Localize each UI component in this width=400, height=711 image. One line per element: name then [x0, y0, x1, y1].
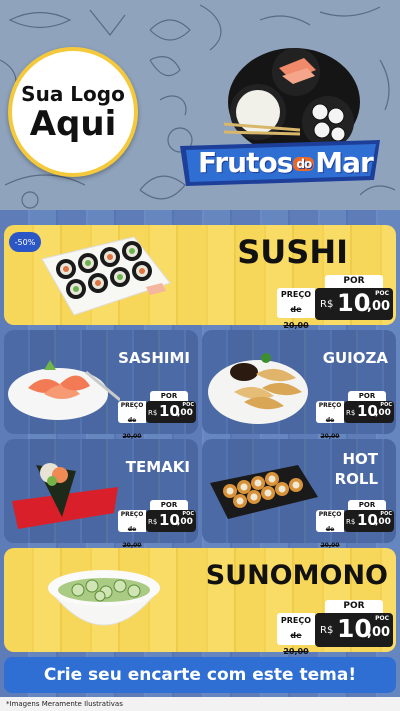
- sunomono-price-tag: POR PREÇO de 20,00 R$ 10 ,00 POC: [277, 599, 393, 656]
- brand-title: Frutos do Mar: [198, 146, 374, 179]
- temaki-title: TEMAKI: [125, 458, 190, 476]
- hotroll-image: [210, 465, 318, 519]
- hotroll-price-tag: POR PREÇO de 20,00 R$ 10 ,00 POC: [316, 500, 394, 549]
- guioza-title: GUIOZA: [322, 349, 388, 367]
- footer-disclaimer: *Imagens Meramente Ilustrativas: [0, 697, 400, 711]
- guioza-price-tag: POR PREÇO de 20,00 R$ 10 ,00 POC: [316, 391, 394, 440]
- logo-placeholder: Sua Logo Aqui: [8, 47, 138, 177]
- sashimi-image: [8, 360, 120, 420]
- sushi-price-tag: POR PREÇO de 20,00 R$ 10 ,00 POC: [277, 274, 393, 330]
- logo-text-line2: Aqui: [29, 104, 117, 144]
- sushi-title: SUSHI: [237, 233, 348, 271]
- sashimi-price-tag: POR PREÇO de 20,00 R$ 10 ,00 POC: [118, 391, 196, 440]
- temaki-price-tag: POR PREÇO de 20,00 R$ 10 ,00 POC: [118, 500, 196, 549]
- discount-badge: -50%: [9, 232, 41, 252]
- sunomono-title: SUNOMONO: [205, 560, 388, 591]
- temaki-image: [12, 463, 118, 529]
- price-new-box: R$ 10 ,00 POC: [315, 288, 393, 320]
- guioza-image: [208, 353, 308, 424]
- sushi-tray-image: [41, 236, 171, 316]
- price-old-box: PREÇO de 20,00: [277, 288, 315, 330]
- price-por-label: POR: [325, 275, 383, 288]
- header: Sua Logo Aqui Frutos do Mar: [0, 0, 400, 210]
- sashimi-title: SASHIMI: [118, 349, 190, 367]
- cta-banner[interactable]: Crie seu encarte com este tema!: [4, 657, 396, 693]
- sunomono-bowl-image: [46, 570, 162, 626]
- hotroll-title: HOT ROLL: [334, 450, 378, 488]
- logo-text-line1: Sua Logo: [21, 82, 125, 106]
